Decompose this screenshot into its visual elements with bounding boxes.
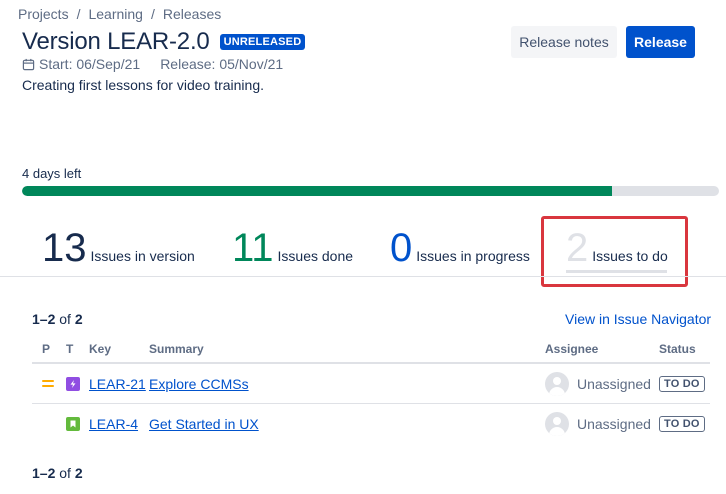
release-date: Release: 05/Nov/21 xyxy=(160,56,284,72)
stat-number: 0 xyxy=(390,226,413,270)
status-badge: TO DO xyxy=(659,376,705,392)
release-button[interactable]: Release xyxy=(626,26,695,58)
breadcrumb-releases[interactable]: Releases xyxy=(163,6,221,22)
progress-done-segment xyxy=(22,186,612,196)
breadcrumb-projects[interactable]: Projects xyxy=(18,6,69,22)
avatar xyxy=(545,412,569,436)
stat-issues-in-progress[interactable]: 0 Issues in progress xyxy=(390,226,530,270)
unreleased-badge: UNRELEASED xyxy=(219,34,306,50)
breadcrumb-learning[interactable]: Learning xyxy=(88,6,143,22)
column-header-summary[interactable]: Summary xyxy=(149,342,204,356)
assignee-name: Unassigned xyxy=(577,416,651,432)
stat-label: Issues in version xyxy=(90,248,195,264)
status-cell: TO DO xyxy=(659,364,705,404)
stat-issues-in-version[interactable]: 13 Issues in version xyxy=(42,226,195,270)
assignee-cell: Unassigned xyxy=(545,364,651,404)
breadcrumb: Projects / Learning / Releases xyxy=(18,6,221,22)
release-progress-bar xyxy=(22,186,719,196)
column-header-assignee[interactable]: Assignee xyxy=(545,342,598,356)
count-range: 1–2 xyxy=(32,311,56,327)
breadcrumb-separator: / xyxy=(150,6,155,22)
count-of: of xyxy=(59,465,71,481)
version-header: Version LEAR-2.0 UNRELEASED xyxy=(22,28,306,56)
version-description: Creating first lessons for video trainin… xyxy=(22,77,264,93)
issue-key-link[interactable]: LEAR-21 xyxy=(89,364,146,404)
days-left: 4 days left xyxy=(22,166,82,181)
count-total: 2 xyxy=(74,465,83,481)
stat-label: Issues done xyxy=(277,248,354,264)
count-total: 2 xyxy=(74,311,83,327)
table-row[interactable]: LEAR-4 Get Started in UX Unassigned TO D… xyxy=(32,404,710,444)
count-range: 1–2 xyxy=(32,465,56,481)
release-notes-button[interactable]: Release notes xyxy=(511,26,617,58)
stat-number: 13 xyxy=(42,226,87,270)
story-icon xyxy=(66,417,80,431)
breadcrumb-separator: / xyxy=(76,6,81,22)
issue-count-bottom: 1–2 of 2 xyxy=(32,465,83,481)
view-in-issue-navigator-link[interactable]: View in Issue Navigator xyxy=(565,311,711,327)
status-cell: TO DO xyxy=(659,404,705,444)
stat-label: Issues in progress xyxy=(416,248,530,264)
count-of: of xyxy=(59,311,71,327)
avatar xyxy=(545,372,569,396)
issue-summary-link[interactable]: Explore CCMSs xyxy=(149,364,249,404)
version-dates: Start: 06/Sep/21 Release: 05/Nov/21 xyxy=(22,56,283,72)
issue-key-link[interactable]: LEAR-4 xyxy=(89,404,138,444)
divider xyxy=(0,276,726,277)
column-header-key[interactable]: Key xyxy=(89,342,111,356)
assignee-name: Unassigned xyxy=(577,376,651,392)
column-header-type[interactable]: T xyxy=(66,342,73,356)
stat-number: 11 xyxy=(232,226,274,270)
table-row[interactable]: LEAR-21 Explore CCMSs Unassigned TO DO xyxy=(32,364,710,404)
page-title: Version LEAR-2.0 xyxy=(22,28,210,55)
priority-cell xyxy=(42,364,54,404)
issue-count-top: 1–2 of 2 xyxy=(32,311,83,327)
type-cell xyxy=(66,364,80,404)
assignee-cell: Unassigned xyxy=(545,404,651,444)
type-cell xyxy=(66,404,80,444)
status-badge: TO DO xyxy=(659,416,705,432)
calendar-icon xyxy=(22,58,35,70)
column-header-priority[interactable]: P xyxy=(42,342,50,356)
issue-summary-link[interactable]: Get Started in UX xyxy=(149,404,259,444)
epic-icon xyxy=(66,377,80,391)
medium-priority-icon xyxy=(42,380,54,388)
start-date: Start: 06/Sep/21 xyxy=(39,56,141,72)
stat-issues-done[interactable]: 11 Issues done xyxy=(232,226,353,270)
column-header-status[interactable]: Status xyxy=(659,342,696,356)
